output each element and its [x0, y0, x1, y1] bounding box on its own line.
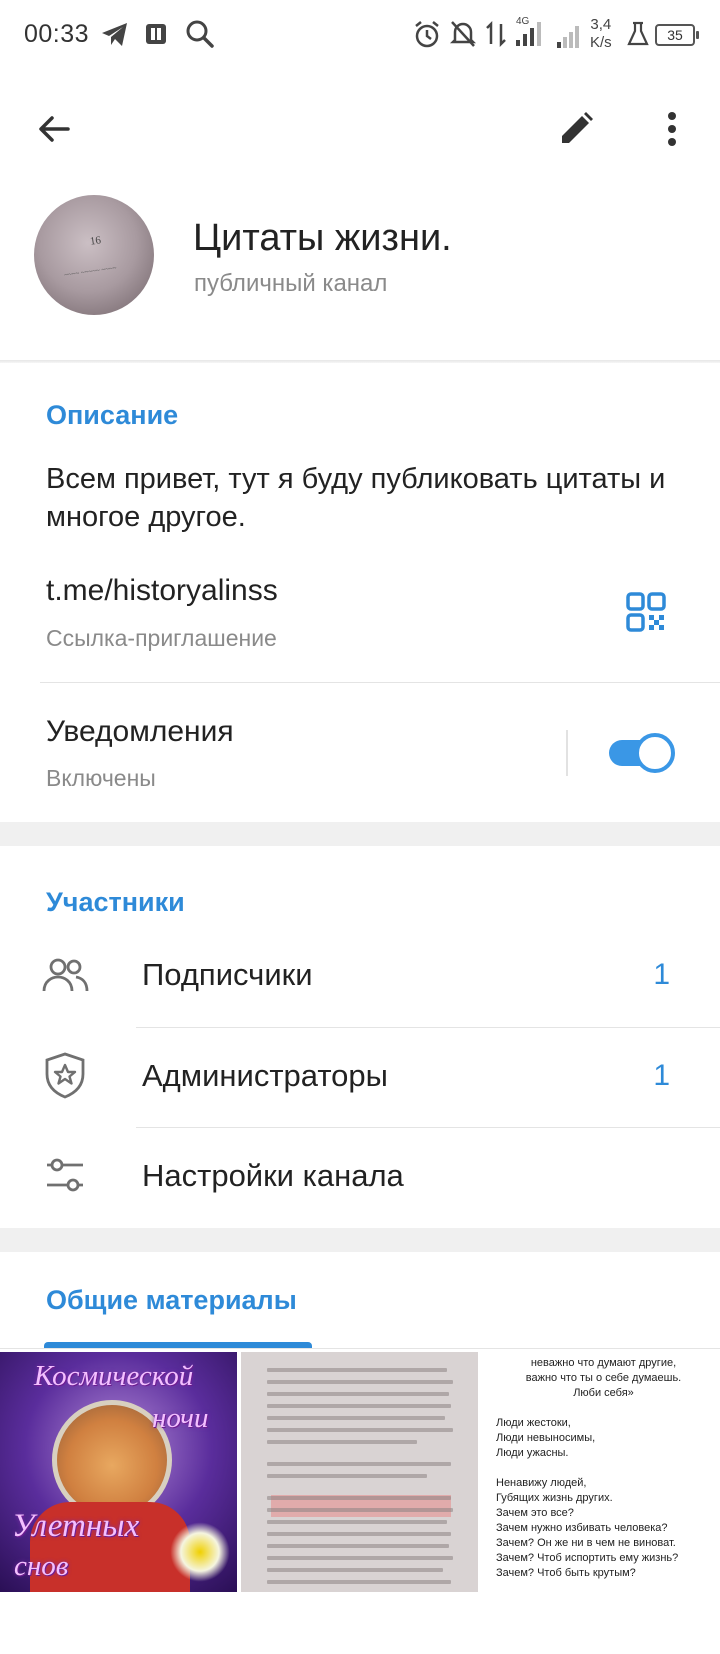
quote-line: Люди невыносимы, [496, 1432, 596, 1444]
invite-link-caption: Ссылка-приглашение [46, 625, 277, 651]
dots-vertical-icon [668, 112, 676, 146]
book-text-line [267, 1532, 451, 1536]
more-options-button[interactable] [648, 105, 696, 153]
invite-link[interactable]: t.me/historyalinss [46, 574, 278, 608]
quote-text: неважно что думают другие, важно что ты … [496, 1356, 711, 1581]
book-text-line [267, 1556, 453, 1560]
quote-line: Зачем? Чтоб испортить ему жизнь? [496, 1552, 679, 1564]
qr-code-button[interactable] [626, 592, 666, 632]
bell-off-icon [448, 18, 478, 55]
quote-line: Люди жестоки, [496, 1417, 571, 1429]
book-text-line [267, 1508, 453, 1512]
row-separator [136, 1127, 720, 1128]
back-button[interactable] [30, 105, 78, 153]
users-icon [40, 950, 90, 1000]
svg-text:4G: 4G [516, 16, 530, 27]
book-text-line [267, 1392, 449, 1396]
quote-line: Зачем это все? [496, 1507, 574, 1519]
administrators-count: 1 [653, 1059, 670, 1092]
media-caption-line: снов [14, 1550, 69, 1582]
subscribers-count: 1 [653, 958, 670, 991]
book-text-line [267, 1568, 443, 1572]
quote-line: Ненавижу людей, [496, 1477, 587, 1489]
quote-line: Зачем? Он же ни в чем не виноват. [496, 1537, 676, 1549]
flowers-image [170, 1522, 230, 1582]
quote-line: Губящих жизнь других. [496, 1492, 613, 1504]
network-speed-value: 3,4 [590, 16, 612, 33]
administrators-label: Администраторы [142, 1058, 388, 1093]
status-bar: 00:33 4G 3,4 K/s 35 [0, 0, 720, 72]
header-divider [0, 360, 720, 363]
book-text-line [267, 1580, 451, 1584]
book-text-line [267, 1404, 451, 1408]
pencil-icon [562, 112, 593, 143]
battery-indicator: 35 [655, 24, 699, 46]
data-transfer-icon [485, 18, 507, 55]
section-gap [0, 822, 720, 846]
toggle-knob [635, 733, 675, 773]
alarm-icon [412, 18, 442, 55]
subscribers-label: Подписчики [142, 957, 313, 992]
media-caption-line: ночи [152, 1402, 209, 1434]
channel-description: Всем привет, тут я буду публиковать цита… [46, 463, 666, 533]
description-section-title: Описание [46, 400, 179, 430]
media-thumbnail[interactable]: неважно что думают другие, важно что ты … [482, 1352, 720, 1592]
notifications-state: Включены [46, 765, 156, 791]
signal-4g-icon: 4G [512, 14, 552, 55]
channel-subtitle: публичный канал [194, 270, 388, 297]
flask-icon [626, 20, 650, 53]
edit-button[interactable] [552, 105, 600, 153]
book-text-line [267, 1520, 447, 1524]
quote-line: Зачем нужно избивать человека? [496, 1522, 668, 1534]
tabs-bottom-divider [0, 1348, 720, 1349]
notifications-vertical-divider [566, 730, 568, 776]
book-text-line [267, 1544, 449, 1548]
channel-header: 16 ~~~~ ~~~~~ ~~~~ Цитаты жизни. публичн… [0, 175, 720, 359]
arrow-left-icon [39, 116, 70, 142]
row-separator [136, 1027, 720, 1028]
qr-code-icon [626, 592, 666, 632]
media-thumbnail[interactable] [241, 1352, 478, 1592]
sliders-icon [40, 1150, 90, 1200]
book-text-line [267, 1428, 453, 1432]
telegram-icon [100, 18, 130, 55]
channel-title: Цитаты жизни. [193, 217, 452, 259]
media-caption-line: Улетных [12, 1508, 140, 1544]
notifications-toggle[interactable] [609, 733, 675, 773]
signal-weak-icon [555, 18, 585, 55]
shared-media-tab[interactable]: Общие материалы [46, 1285, 297, 1316]
status-time: 00:33 [24, 20, 90, 48]
book-text-line [267, 1474, 427, 1478]
section-gap [0, 1228, 720, 1252]
info-separator [40, 682, 720, 683]
avatar-text: ~~~~ ~~~~~ ~~~~ [63, 263, 118, 280]
app-notification-icon [142, 18, 172, 55]
channel-avatar[interactable]: 16 ~~~~ ~~~~~ ~~~~ [34, 195, 154, 315]
book-text-line [267, 1462, 451, 1466]
network-speed-unit: K/s [590, 34, 612, 51]
quote-line: Зачем? Чтоб быть крутым? [496, 1567, 636, 1579]
toolbar [0, 85, 720, 171]
quote-line: Люби себя» [573, 1387, 634, 1399]
quote-line: важно что ты о себе думаешь. [525, 1372, 682, 1384]
quote-line: Люди ужасны. [496, 1447, 569, 1459]
avatar-page-number: 16 [89, 234, 102, 248]
media-caption-line: Космической [34, 1360, 194, 1392]
search-status-icon [184, 18, 216, 55]
media-thumbnail[interactable]: Космической ночи Улетных снов [0, 1352, 237, 1592]
shield-star-icon [40, 1050, 90, 1100]
notifications-label[interactable]: Уведомления [46, 715, 234, 749]
book-text-line [267, 1380, 453, 1384]
participants-section-title: Участники [46, 887, 185, 917]
book-text-line [267, 1440, 417, 1444]
book-text-line [267, 1496, 451, 1500]
book-text-line [267, 1368, 447, 1372]
network-speed: 3,4 K/s [590, 16, 612, 52]
channel-settings-label: Настройки канала [142, 1158, 404, 1193]
book-text-line [267, 1416, 445, 1420]
quote-line: неважно что думают другие, [530, 1357, 677, 1369]
